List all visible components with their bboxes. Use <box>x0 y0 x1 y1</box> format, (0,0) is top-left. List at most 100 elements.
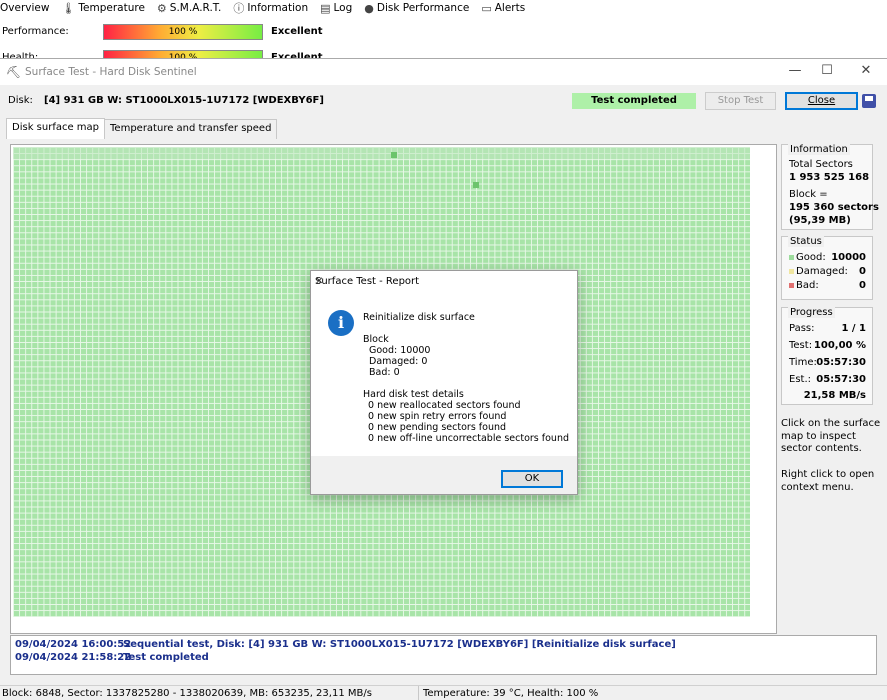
est-label: Est.: <box>789 374 811 385</box>
good-label: Good: <box>789 252 826 263</box>
log-entry: 09/04/2024 16:00:52Sequential test, Disk… <box>15 639 676 650</box>
test-label: Test: <box>789 340 813 351</box>
menu-information[interactable]: ⓘ Information <box>233 0 308 16</box>
bad-label: Bad: <box>789 280 819 291</box>
log-entry-text: Test completed <box>123 652 209 663</box>
log-entry-time: 09/04/2024 16:00:52 <box>15 639 132 650</box>
menu-information-label: Information <box>247 2 309 14</box>
dialog-good: Good: 10000 <box>369 345 431 356</box>
alerts-icon: ▭ <box>481 1 492 15</box>
est-value: 05:57:30 <box>816 374 866 385</box>
damaged-label: Damaged: <box>789 266 848 277</box>
background-overview-panel: Performance: 100 % Excellent Health: 100… <box>0 16 887 66</box>
status-badge: Test completed <box>572 93 696 109</box>
progress-header: Progress <box>788 307 835 318</box>
pass-value: 1 / 1 <box>841 323 866 334</box>
dialog-body: i Reinitialize disk surface Block Good: … <box>311 293 577 456</box>
pass-label: Pass: <box>789 323 815 334</box>
information-header: Information <box>788 144 850 155</box>
damaged-swatch <box>789 269 794 274</box>
performance-value: Excellent <box>271 26 323 37</box>
time-label: Time: <box>789 357 817 368</box>
good-value: 10000 <box>831 252 866 263</box>
log-box[interactable]: 09/04/2024 16:00:52Sequential test, Disk… <box>10 635 877 675</box>
minimize-icon[interactable]: — <box>780 63 810 81</box>
menu-temperature[interactable]: 🌡 Temperature <box>61 2 144 15</box>
report-dialog: Surface Test - Report ✕ i Reinitialize d… <box>310 270 578 495</box>
main-menu-bar: Overview 🌡 Temperature ⚙ S.M.A.R.T. ⓘ Infor… <box>0 0 887 16</box>
surface-block-highlight[interactable] <box>473 182 479 188</box>
maximize-icon[interactable]: ☐ <box>812 63 842 81</box>
window-title: Surface Test - Hard Disk Sentinel <box>25 66 197 78</box>
total-sectors-value: 1 953 525 168 <box>789 172 870 183</box>
menu-smart-label: S.M.A.R.T. <box>169 2 222 14</box>
surface-block-highlight[interactable] <box>391 152 397 158</box>
good-swatch <box>789 255 794 260</box>
menu-overview[interactable]: Overview <box>0 2 49 14</box>
dialog-close-icon[interactable]: ✕ <box>315 276 571 287</box>
dialog-details-header: Hard disk test details <box>363 389 464 400</box>
status-block-info: Block: 6848, Sector: 1337825280 - 133802… <box>2 688 372 699</box>
menu-disk-performance-label: Disk Performance <box>376 2 470 14</box>
stop-test-button[interactable]: Stop Test <box>705 92 776 110</box>
app-icon: ⛏ <box>6 65 22 79</box>
menu-alerts-label: Alerts <box>494 2 526 14</box>
information-group: Information Total Sectors 1 953 525 168 … <box>781 144 879 230</box>
window-titlebar[interactable]: ⛏ Surface Test - Hard Disk Sentinel — ☐ … <box>0 59 887 85</box>
close-button[interactable]: Close <box>785 92 858 110</box>
dialog-detail-item: 0 new off-line uncorrectable sectors fou… <box>368 433 569 444</box>
damaged-label-text: Damaged: <box>796 266 848 277</box>
close-icon[interactable]: ✕ <box>851 63 881 81</box>
performance-label: Performance: <box>2 26 69 37</box>
menu-smart[interactable]: ⚙ S.M.A.R.T. <box>157 2 221 15</box>
dialog-detail-item: 0 new reallocated sectors found <box>368 400 521 411</box>
dialog-heading: Reinitialize disk surface <box>363 312 475 323</box>
log-icon: ▤ <box>320 1 331 15</box>
good-label-text: Good: <box>796 252 826 263</box>
test-value: 100,00 % <box>813 340 866 351</box>
dialog-detail-item: 0 new pending sectors found <box>368 422 507 433</box>
info-icon: i <box>328 310 354 336</box>
block-label: Block = <box>789 189 828 200</box>
menu-alerts[interactable]: ▭ Alerts <box>481 2 525 15</box>
menu-disk-performance[interactable]: ● Disk Performance <box>364 2 469 15</box>
surface-map-top-rows <box>13 147 750 159</box>
save-icon[interactable] <box>862 94 876 108</box>
menu-log[interactable]: ▤ Log <box>320 2 352 15</box>
dialog-titlebar[interactable]: Surface Test - Report ✕ <box>311 271 577 293</box>
total-sectors-label: Total Sectors <box>789 159 853 170</box>
info-icon: ⓘ <box>233 2 245 15</box>
disk-label: Disk: <box>8 95 33 106</box>
status-bar: Block: 6848, Sector: 1337825280 - 133802… <box>0 685 887 700</box>
performance-bar: 100 % <box>103 24 263 40</box>
smart-icon: ⚙ <box>156 1 167 15</box>
log-entry-time: 09/04/2024 21:58:22 <box>15 652 132 663</box>
dialog-detail-item: 0 new spin retry errors found <box>368 411 507 422</box>
menu-temperature-label: Temperature <box>78 2 145 14</box>
dialog-damaged: Damaged: 0 <box>369 356 428 367</box>
time-value: 05:57:30 <box>816 357 866 368</box>
bad-value: 0 <box>859 280 866 291</box>
disk-row: Disk: [4] 931 GB W: ST1000LX015-1U7172 [… <box>0 89 887 113</box>
performance-icon: ● <box>364 1 374 15</box>
ok-button[interactable]: OK <box>501 470 563 488</box>
log-entry-text: Sequential test, Disk: [4] 931 GB W: ST1… <box>123 639 676 650</box>
block-size: (95,39 MB) <box>789 215 851 226</box>
status-header: Status <box>788 236 824 247</box>
damaged-value: 0 <box>859 266 866 277</box>
log-entry: 09/04/2024 21:58:22Test completed <box>15 652 209 663</box>
dialog-block-header: Block <box>363 334 389 345</box>
tab-temperature-transfer[interactable]: Temperature and transfer speed <box>104 119 278 139</box>
tab-disk-surface-map[interactable]: Disk surface map <box>6 118 106 139</box>
speed-value: 21,58 MB/s <box>803 390 866 401</box>
thermometer-icon: 🌡 <box>61 1 76 15</box>
menu-overview-label: Overview <box>0 2 50 14</box>
progress-group: Progress Pass: 1 / 1 Test: 100,00 % Time… <box>781 307 873 405</box>
bad-swatch <box>789 283 794 288</box>
menu-log-label: Log <box>333 2 353 14</box>
block-value: 195 360 sectors <box>789 202 879 213</box>
dialog-bad: Bad: 0 <box>369 367 400 378</box>
status-temperature-health: Temperature: 39 °C, Health: 100 % <box>418 686 598 700</box>
click-hint: Click on the surface map to inspect sect… <box>781 418 881 454</box>
tab-bar: Disk surface map Temperature and transfe… <box>6 118 278 139</box>
